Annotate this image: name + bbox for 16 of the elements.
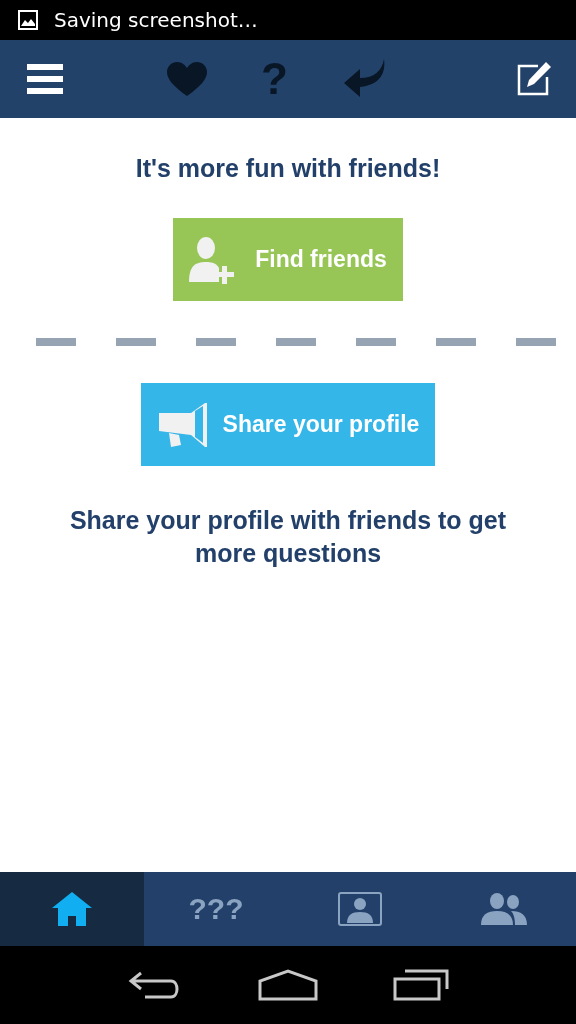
home-outline-icon[interactable] [258,969,318,1001]
description-text: Share your profile with friends to get more questions [68,505,508,569]
heading: It's more fun with friends! [135,154,441,183]
people-icon [481,893,527,925]
menu-icon[interactable] [27,64,63,94]
image-icon [18,10,38,30]
edit-icon[interactable] [516,61,552,97]
question-button[interactable]: ? [261,57,288,101]
home-icon [52,892,92,926]
find-friends-button[interactable]: Find friends [173,218,403,301]
notification-text: Saving screenshot… [54,8,258,32]
recent-apps-icon[interactable] [392,969,449,1001]
tab[interactable] [0,872,144,946]
megaphone-icon [156,400,209,449]
profile-card-icon [338,892,382,926]
share-profile-button[interactable]: Share your profile [140,383,436,466]
